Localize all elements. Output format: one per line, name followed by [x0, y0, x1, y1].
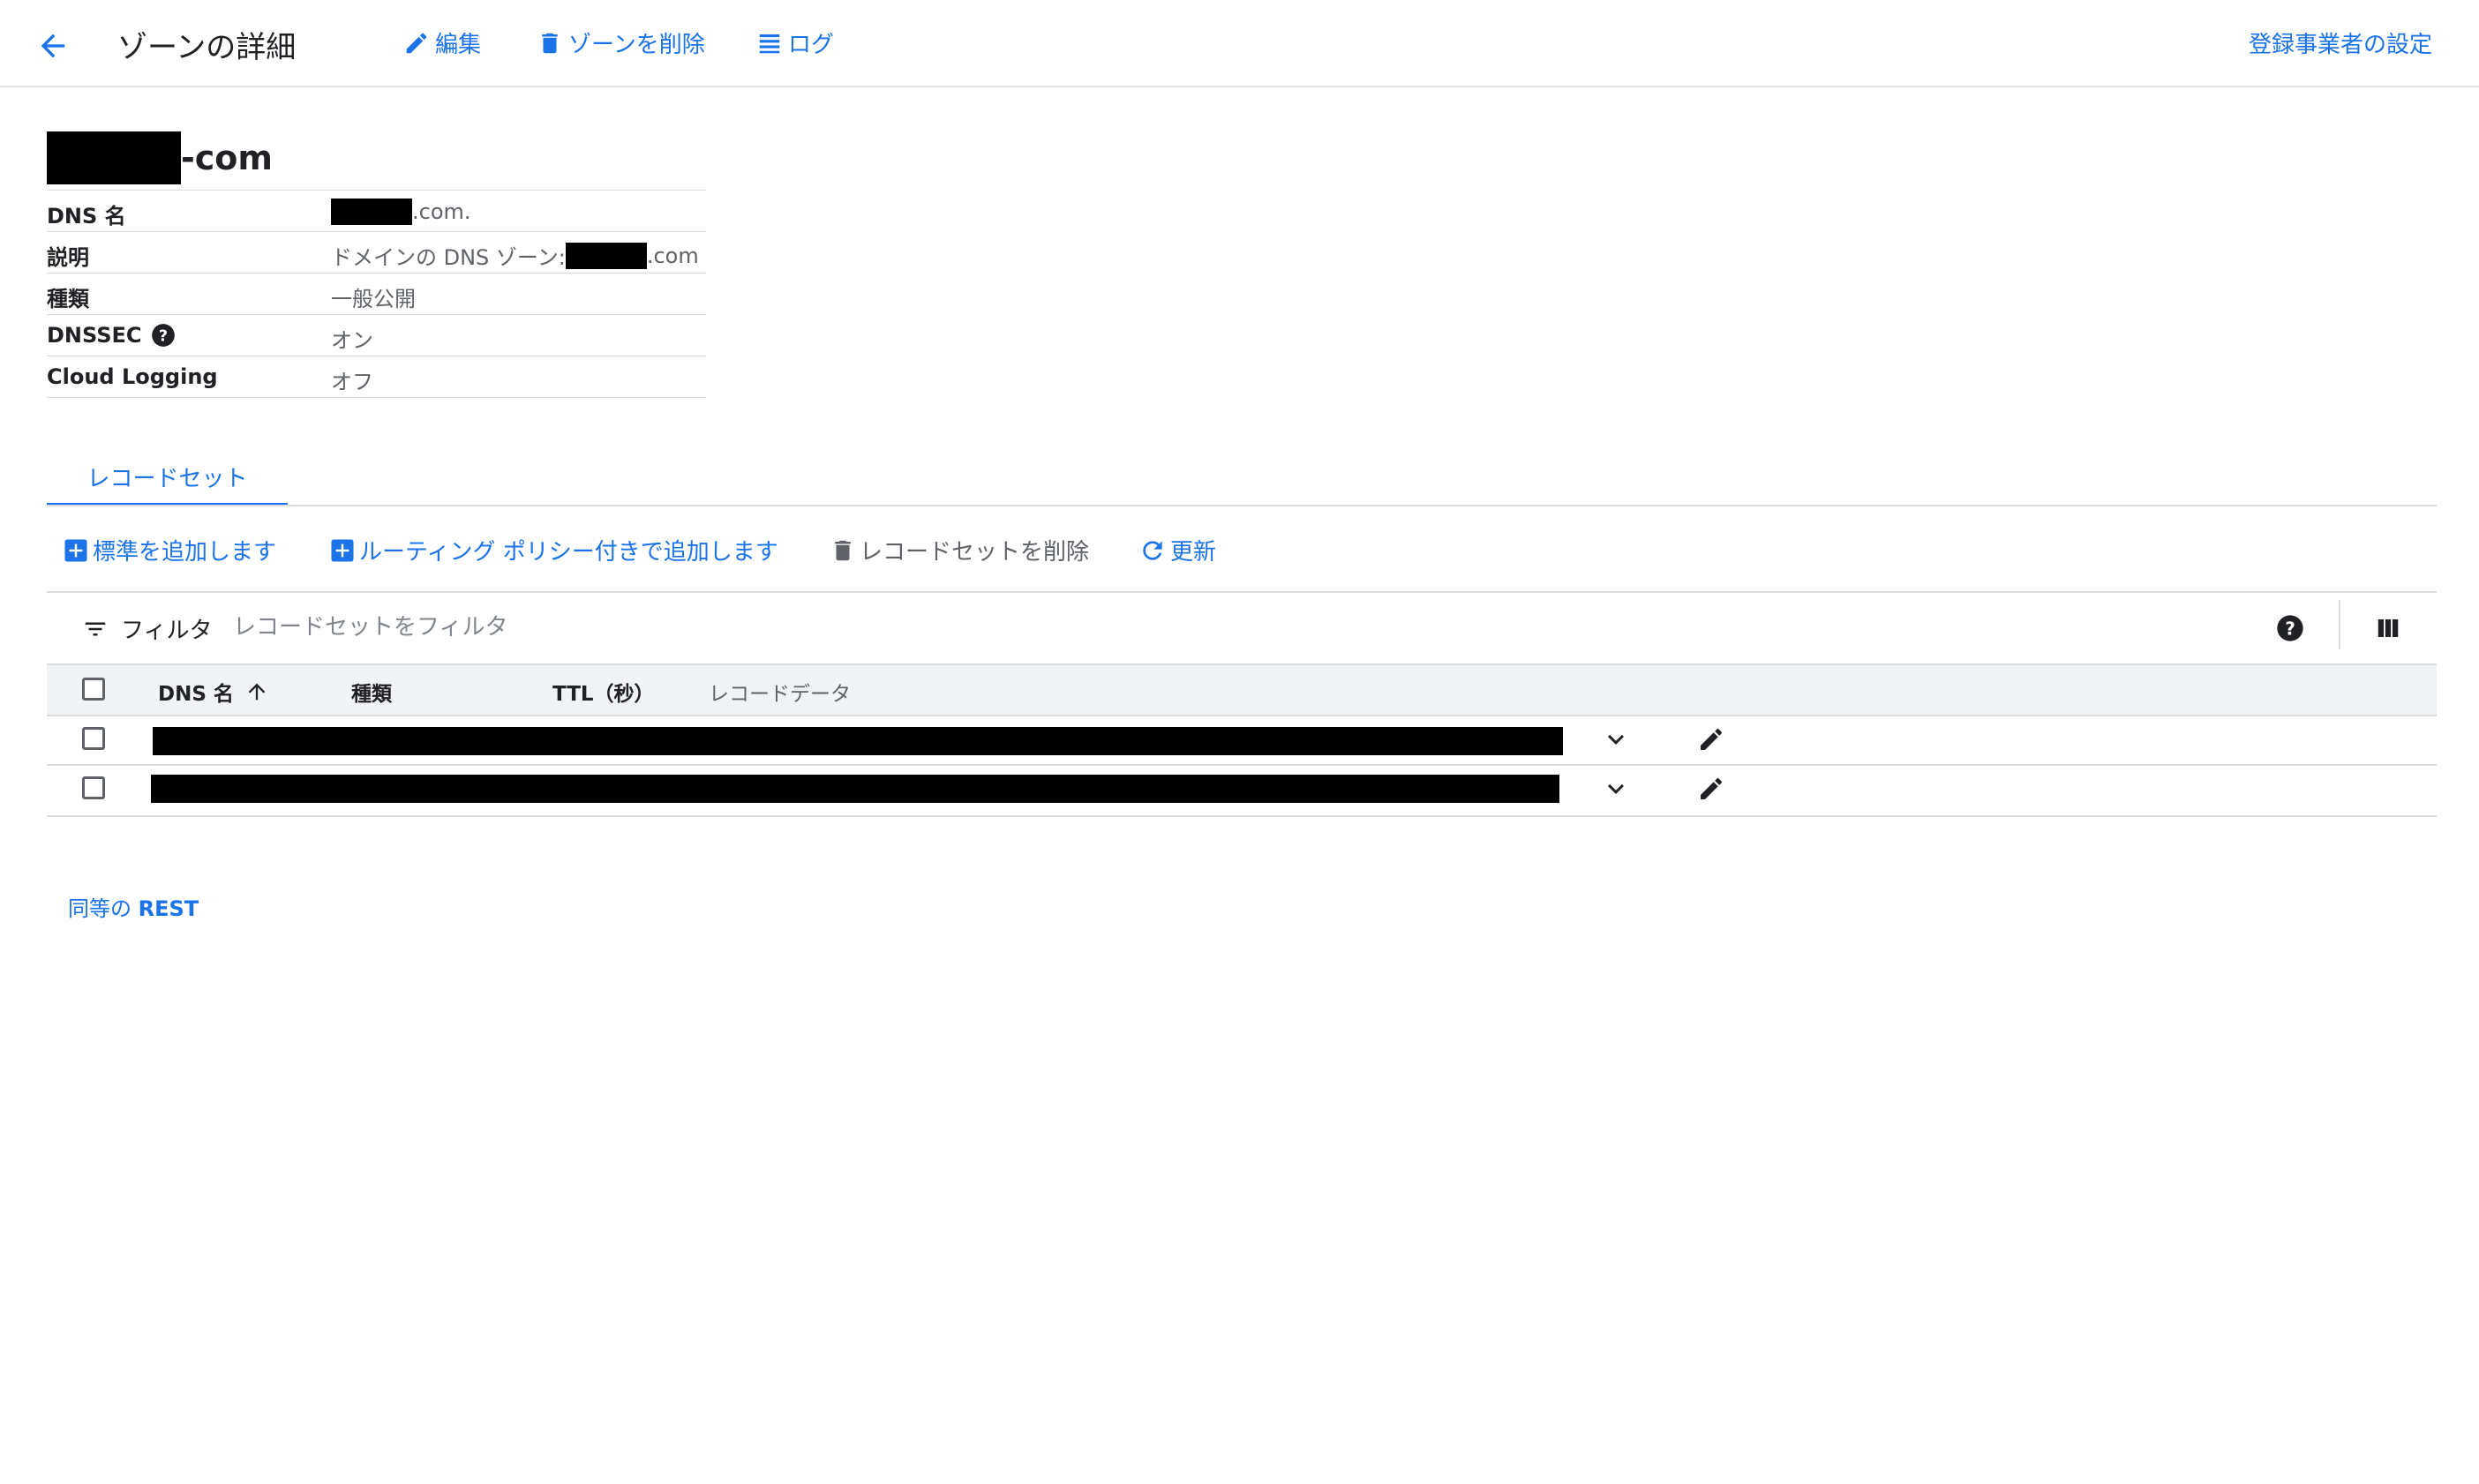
chevron-down-icon[interactable] — [1600, 723, 1632, 755]
row-checkbox[interactable] — [82, 776, 105, 799]
logs-button[interactable]: ログ — [756, 26, 834, 59]
redacted-block — [331, 199, 412, 225]
refresh-button[interactable]: 更新 — [1138, 534, 1216, 566]
table-header: DNS 名 種類 TTL（秒） レコードデータ — [47, 663, 2437, 716]
info-row-type: 種類 一般公開 — [47, 274, 706, 315]
registrar-settings-link[interactable]: 登録事業者の設定 — [2249, 26, 2432, 59]
zone-name-suffix: -com — [181, 139, 273, 177]
pencil-icon[interactable] — [1697, 725, 1725, 753]
info-value: オン — [331, 328, 373, 353]
info-row-dnssec: DNSSEC ? オン — [47, 315, 706, 356]
trash-icon — [537, 30, 563, 56]
info-key: DNS 名 — [47, 204, 126, 229]
page-title: ゾーンの詳細 — [117, 30, 297, 65]
add-standard-button[interactable]: 標準を追加します — [63, 534, 276, 566]
add-box-icon — [329, 537, 356, 564]
redacted-block — [565, 242, 647, 269]
delete-recordsets-label: レコードセットを削除 — [860, 539, 1090, 566]
edit-button[interactable]: 編集 — [403, 26, 481, 59]
zone-info-table: DNS 名 .com. 説明 ドメインの DNS ゾーン: .com 種類 一般… — [47, 190, 706, 398]
select-all-checkbox[interactable] — [82, 678, 105, 701]
column-label: DNS 名 — [158, 683, 234, 706]
description-suffix: .com — [646, 243, 699, 268]
filter-button[interactable]: フィルタ — [82, 612, 212, 645]
info-value: 一般公開 — [331, 287, 416, 311]
equivalent-rest-link[interactable]: 同等の REST — [68, 891, 199, 922]
add-routing-label: ルーティング ポリシー付きで追加します — [359, 539, 778, 566]
tab-record-sets[interactable]: レコードセット — [47, 450, 288, 506]
info-key: DNSSEC ? — [47, 323, 176, 348]
rest-label: REST — [138, 896, 199, 921]
column-header-record-data: レコードデータ — [709, 683, 851, 706]
svg-text:?: ? — [2285, 618, 2295, 639]
table-row — [47, 715, 2437, 766]
add-standard-label: 標準を追加します — [93, 539, 277, 566]
dns-name-value: .com. — [412, 199, 471, 224]
delete-zone-button[interactable]: ゾーンを削除 — [537, 26, 705, 59]
redacted-block — [151, 775, 1559, 803]
column-header-dns-name[interactable]: DNS 名 — [158, 677, 269, 707]
add-routing-policy-button[interactable]: ルーティング ポリシー付きで追加します — [329, 534, 778, 566]
zone-name-heading: -com — [47, 131, 273, 185]
arrow-up-icon — [244, 679, 269, 704]
column-display-icon[interactable] — [2375, 615, 2401, 641]
logs-label: ログ — [788, 32, 835, 58]
description-value: ドメインの DNS ゾーン: — [331, 245, 566, 270]
info-row-dns-name: DNS 名 .com. — [47, 190, 706, 232]
row-checkbox[interactable] — [82, 727, 105, 750]
chevron-down-icon[interactable] — [1600, 773, 1632, 805]
refresh-label: 更新 — [1170, 539, 1217, 566]
filter-label: フィルタ — [121, 618, 213, 644]
actions-divider — [47, 591, 2437, 593]
dnssec-label: DNSSEC — [47, 323, 142, 348]
info-key: 説明 — [47, 245, 89, 270]
refresh-icon — [1138, 536, 1167, 565]
edit-label: 編集 — [435, 32, 482, 58]
filter-icon — [82, 616, 109, 642]
filter-input[interactable] — [231, 609, 853, 646]
help-icon[interactable]: ? — [151, 323, 176, 348]
top-app-bar: ゾーンの詳細 編集 ゾーンを削除 ログ 登録事業者の設定 — [0, 0, 2479, 87]
list-icon — [756, 30, 783, 56]
back-arrow-icon[interactable] — [35, 28, 71, 64]
redacted-block — [153, 727, 1563, 755]
table-row — [47, 766, 2437, 817]
svg-text:?: ? — [158, 327, 167, 345]
registrar-label: 登録事業者の設定 — [2249, 32, 2433, 58]
info-value: .com. — [331, 199, 471, 225]
toolbar-divider — [2339, 600, 2340, 649]
pencil-icon[interactable] — [1697, 775, 1725, 803]
info-row-cloud-logging: Cloud Logging オフ — [47, 356, 706, 398]
info-key: 種類 — [47, 287, 89, 311]
delete-zone-label: ゾーンを削除 — [568, 32, 705, 58]
info-key: Cloud Logging — [47, 364, 218, 389]
info-value: ドメインの DNS ゾーン: .com — [331, 240, 699, 271]
trash-icon — [830, 537, 856, 564]
info-row-description: 説明 ドメインの DNS ゾーン: .com — [47, 232, 706, 274]
redacted-block — [47, 131, 181, 184]
delete-recordsets-button[interactable]: レコードセットを削除 — [830, 534, 1089, 566]
info-value: オフ — [331, 370, 373, 394]
tab-divider — [47, 505, 2437, 506]
rest-prefix: 同等の — [68, 896, 131, 921]
column-header-type[interactable]: 種類 — [351, 677, 392, 707]
column-header-ttl[interactable]: TTL（秒） — [552, 677, 655, 707]
pencil-icon — [403, 30, 430, 56]
help-icon[interactable]: ? — [2276, 614, 2304, 642]
add-box-icon — [63, 537, 89, 564]
